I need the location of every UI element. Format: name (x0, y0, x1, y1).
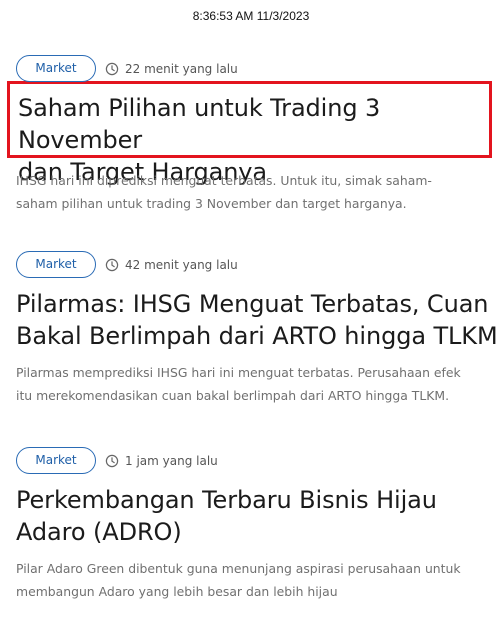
clock-icon (105, 454, 119, 468)
article-title-line: Bakal Berlimpah dari ARTO hingga TLKM (16, 322, 498, 350)
article-time: 1 jam yang lalu (125, 453, 218, 468)
article-title-link[interactable]: Perkembangan Terbaru Bisnis Hijau Adaro … (16, 484, 500, 548)
news-article: Market 42 menit yang lalu Pilarmas: IHSG… (16, 251, 500, 403)
news-article: Market 22 menit yang lalu Saham Pilihan … (16, 55, 500, 211)
excerpt-line: Pilar Adaro Green dibentuk guna menunjan… (16, 561, 461, 576)
article-title-line: Adaro (ADRO) (16, 518, 182, 546)
category-badge[interactable]: Market (16, 55, 96, 82)
clock-icon (105, 258, 119, 272)
article-meta: Market 22 menit yang lalu (16, 55, 500, 82)
article-title-line: Saham Pilihan untuk Trading 3 November (18, 94, 381, 154)
article-time: 22 menit yang lalu (125, 61, 238, 76)
excerpt-line: itu merekomendasikan cuan bakal berlimpa… (16, 388, 450, 403)
article-time: 42 menit yang lalu (125, 257, 238, 272)
clock-icon (105, 62, 119, 76)
page-timestamp: 8:36:53 AM 11/3/2023 (192, 9, 310, 23)
category-badge[interactable]: Market (16, 251, 96, 278)
excerpt-line: IHSG hari ini diprediksi menguat terbata… (16, 173, 432, 188)
news-article: Market 1 jam yang lalu Perkembangan Terb… (16, 447, 500, 599)
article-title-line: Pilarmas: IHSG Menguat Terbatas, Cuan (16, 290, 489, 318)
article-meta: Market 1 jam yang lalu (16, 447, 500, 474)
article-meta: Market 42 menit yang lalu (16, 251, 500, 278)
article-excerpt: Pilar Adaro Green dibentuk guna menunjan… (16, 557, 461, 603)
article-title-line: Perkembangan Terbaru Bisnis Hijau (16, 486, 437, 514)
article-title-link[interactable]: Pilarmas: IHSG Menguat Terbatas, Cuan Ba… (16, 288, 500, 352)
article-excerpt: IHSG hari ini diprediksi menguat terbata… (16, 169, 432, 215)
excerpt-line: Pilarmas memprediksi IHSG hari ini mengu… (16, 365, 461, 380)
excerpt-line: membangun Adaro yang lebih besar dan leb… (16, 584, 338, 599)
excerpt-line: saham pilihan untuk trading 3 November d… (16, 196, 407, 211)
category-badge[interactable]: Market (16, 447, 96, 474)
article-excerpt: Pilarmas memprediksi IHSG hari ini mengu… (16, 361, 461, 407)
